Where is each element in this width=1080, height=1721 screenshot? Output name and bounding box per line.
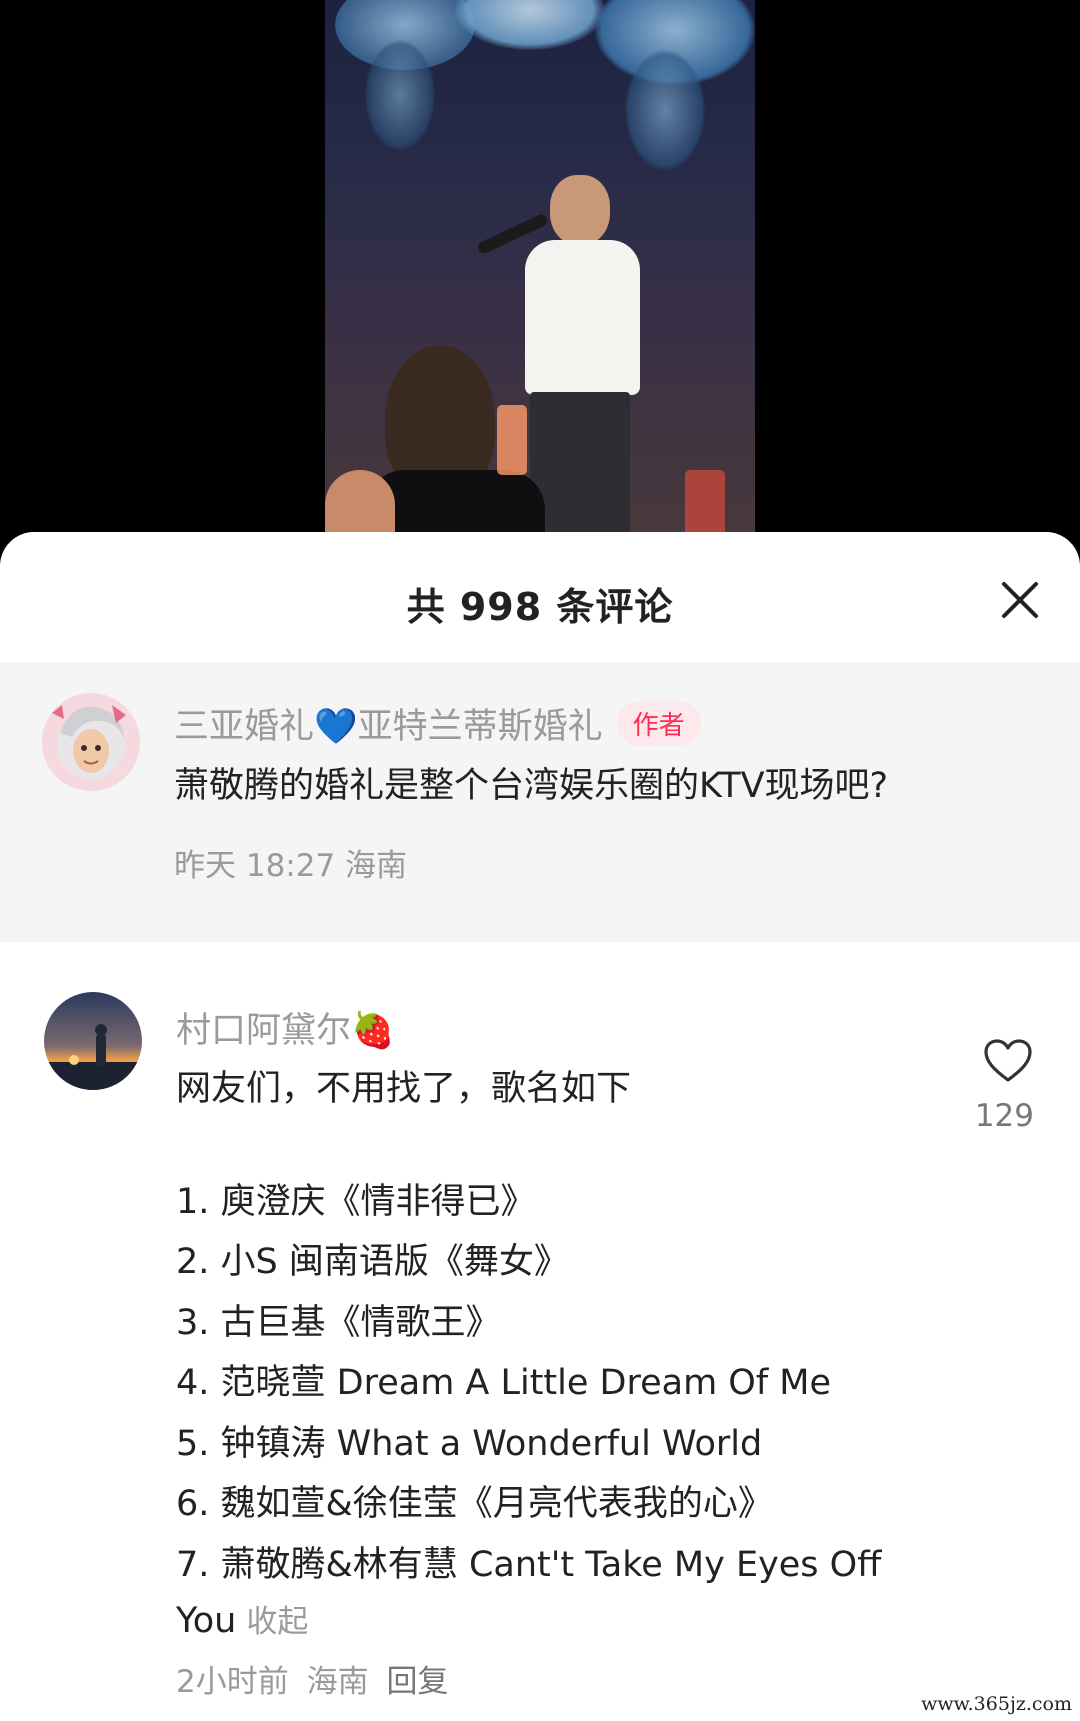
comment-location: 海南: [306, 1664, 369, 1700]
comment-time: 2小时前: [176, 1664, 289, 1700]
comment-text-intro: 网友们，不用找了，歌名如下: [176, 1069, 632, 1109]
song-item: 1. 庾澄庆《情非得已》: [176, 1182, 536, 1222]
song-item: 7. 萧敬腾&林有慧 Cant't Take My Eyes Off: [176, 1545, 882, 1585]
close-icon[interactable]: [998, 578, 1042, 622]
comment-item[interactable]: 村口阿黛尔🍓 网友们，不用找了，歌名如下 1. 庾澄庆《情非得已》 2. 小S …: [0, 942, 1080, 1721]
author-comment[interactable]: 三亚婚礼💙亚特兰蒂斯婚礼 作者 萧敬腾的婚礼是整个台湾娱乐圈的KTV现场吧? 昨天…: [0, 662, 1080, 942]
song-item: You: [176, 1601, 237, 1641]
avatar[interactable]: [44, 992, 142, 1090]
author-comment-meta: 昨天 18:27 海南: [174, 848, 408, 884]
commenter-username[interactable]: 村口阿黛尔🍓: [176, 1002, 395, 1053]
like-count: 129: [974, 1098, 1034, 1134]
song-item: 4. 范晓萱 Dream A Little Dream Of Me: [176, 1363, 832, 1403]
avatar[interactable]: [42, 693, 140, 791]
song-item: 6. 魏如萱&徐佳莹《月亮代表我的心》: [176, 1484, 773, 1524]
video-frame: [325, 0, 755, 560]
comments-sheet: 共 998 条评论 三亚婚礼💙亚特兰蒂斯婚礼 作者 萧敬腾的婚礼是整个台湾娱乐圈的: [0, 532, 1080, 1721]
author-badge: 作者: [616, 701, 701, 746]
heart-outline-icon[interactable]: [983, 1038, 1033, 1084]
song-item: 3. 古巨基《情歌王》: [176, 1303, 501, 1343]
sheet-header: 共 998 条评论: [0, 532, 1080, 662]
author-comment-text: 萧敬腾的婚礼是整个台湾娱乐圈的KTV现场吧?: [174, 766, 889, 806]
author-username[interactable]: 三亚婚礼💙亚特兰蒂斯婚礼: [174, 707, 603, 747]
song-item-last: You 收起: [176, 1596, 308, 1641]
comment-meta: 2小时前 海南 回复: [176, 1656, 448, 1701]
collapse-link[interactable]: 收起: [246, 1604, 308, 1640]
video-player[interactable]: [0, 0, 1080, 560]
song-item: 5. 钟镇涛 What a Wonderful World: [176, 1424, 763, 1464]
song-item: 2. 小S 闽南语版《舞女》: [176, 1242, 569, 1282]
watermark: www.365jz.com: [921, 1693, 1072, 1715]
reply-button[interactable]: 回复: [386, 1664, 448, 1700]
comments-count-title: 共 998 条评论: [406, 585, 674, 629]
